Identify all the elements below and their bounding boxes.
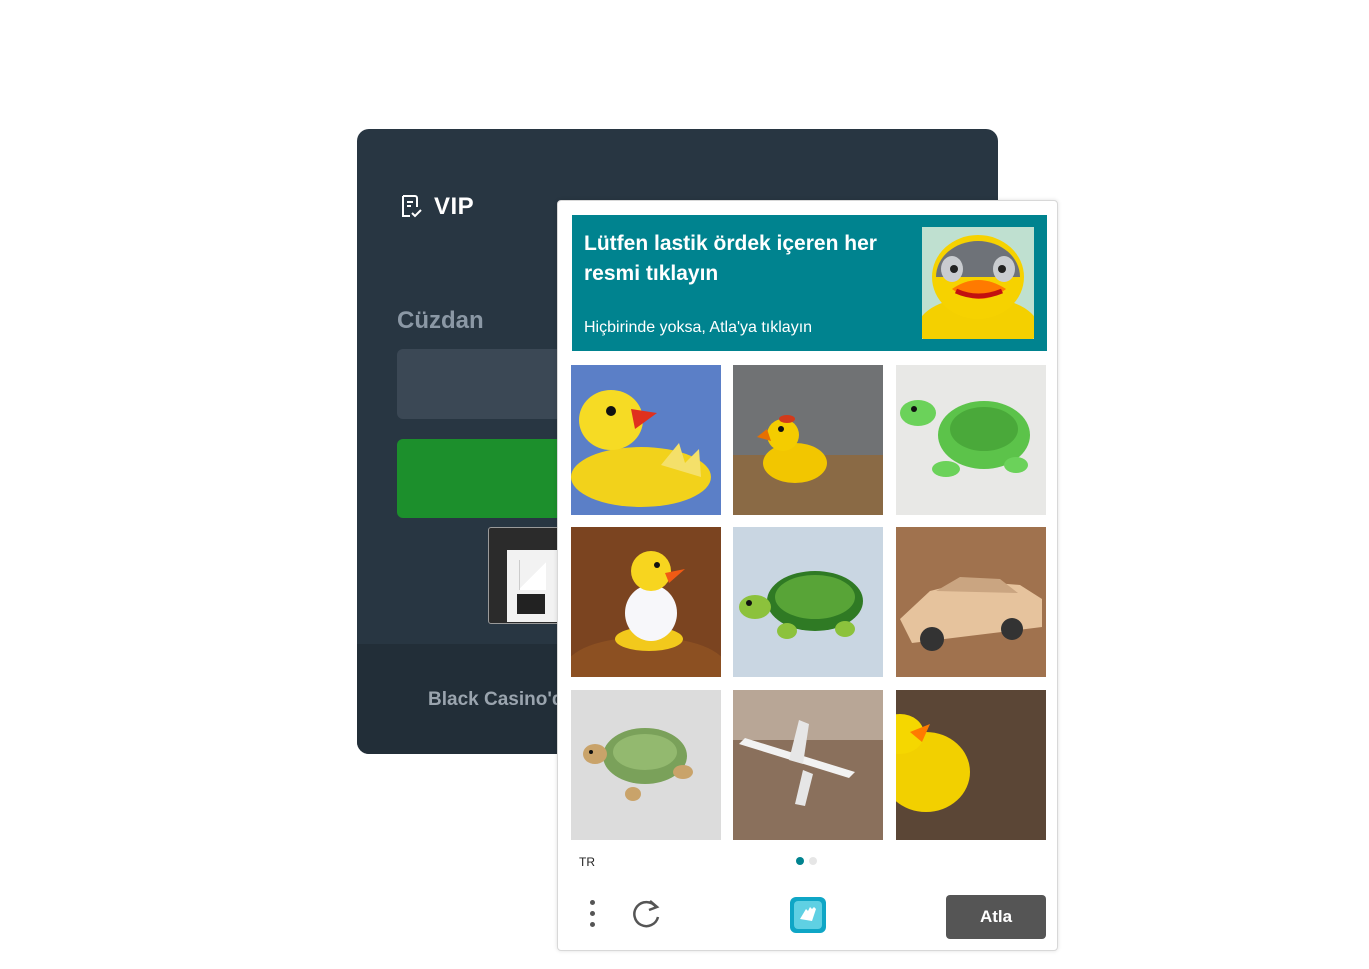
challenge-tile-2[interactable] bbox=[733, 365, 883, 515]
footer-text: Black Casino'd bbox=[428, 689, 564, 710]
challenge-tile-9[interactable] bbox=[896, 690, 1046, 840]
image-grid bbox=[571, 365, 1047, 840]
skip-button[interactable]: Atla bbox=[946, 895, 1046, 939]
prompt-subtitle: Hiçbirinde yoksa, Atla'ya tıklayın bbox=[584, 319, 813, 336]
hcaptcha-logo-icon bbox=[790, 897, 826, 933]
challenge-tile-5[interactable] bbox=[733, 527, 883, 677]
page-indicator bbox=[796, 857, 817, 865]
page-dot-2 bbox=[809, 857, 817, 865]
prompt-title: Lütfen lastik ördek içeren her resmi tık… bbox=[584, 232, 877, 285]
vip-header: VIP bbox=[400, 193, 474, 221]
captcha-challenge: Lütfen lastik ördek içeren her resmi tık… bbox=[557, 200, 1058, 951]
challenge-tile-4[interactable] bbox=[571, 527, 721, 677]
challenge-tile-6[interactable] bbox=[896, 527, 1046, 677]
qr-code-block bbox=[517, 594, 545, 614]
challenge-tile-3[interactable] bbox=[896, 365, 1046, 515]
challenge-tile-8[interactable] bbox=[733, 690, 883, 840]
more-vertical-icon[interactable] bbox=[582, 895, 602, 931]
refresh-icon[interactable] bbox=[630, 897, 664, 931]
example-duck-image bbox=[922, 227, 1034, 339]
language-selector[interactable]: TR bbox=[579, 855, 595, 869]
wallet-label: Cüzdan bbox=[397, 307, 484, 334]
receipt-check-icon bbox=[402, 195, 422, 218]
page-dot-1 bbox=[796, 857, 804, 865]
challenge-prompt: Lütfen lastik ördek içeren her resmi tık… bbox=[572, 215, 1047, 351]
vip-label: VIP bbox=[434, 193, 475, 220]
challenge-tile-7[interactable] bbox=[571, 690, 721, 840]
challenge-tile-1[interactable] bbox=[571, 365, 721, 515]
qr-code-corner bbox=[519, 560, 546, 590]
